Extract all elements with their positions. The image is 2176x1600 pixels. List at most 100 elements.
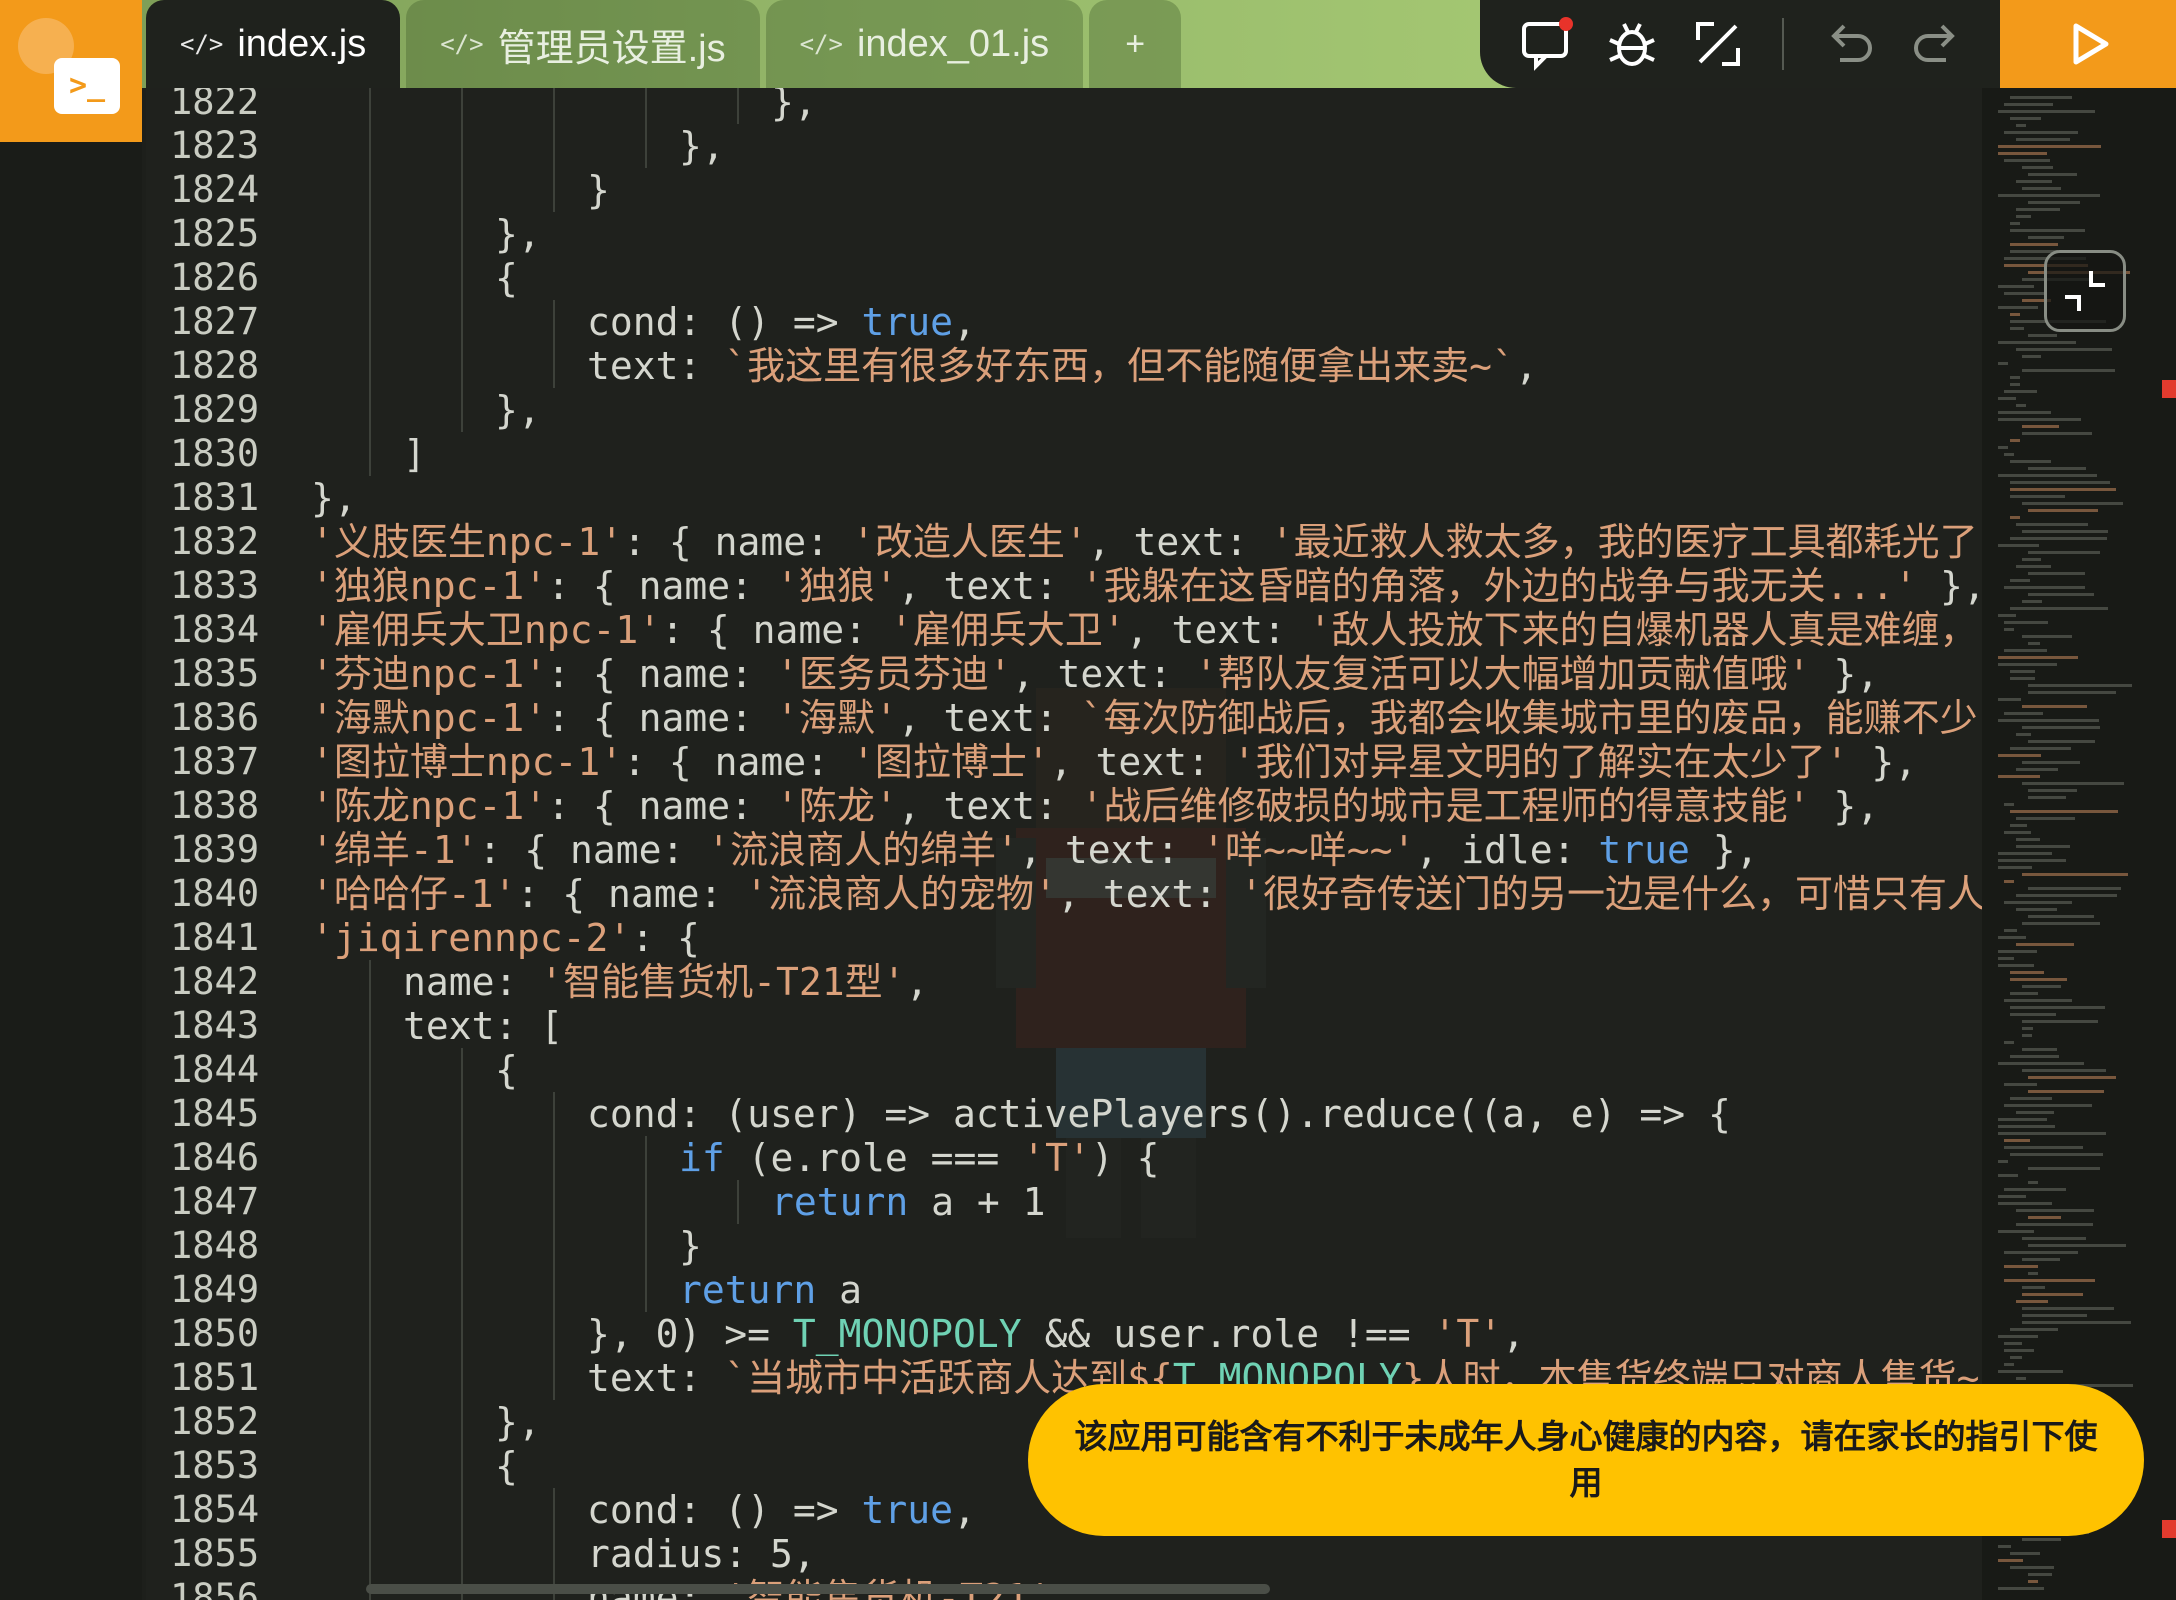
indent-guide [645, 88, 647, 124]
code-line: 1845 cond: (user) => activePlayers().redu… [146, 1092, 1982, 1136]
minimap-line [1998, 698, 2022, 701]
minimap-line [2016, 523, 2088, 526]
horizontal-scrollbar[interactable] [366, 1584, 1270, 1594]
minimap-line [2016, 768, 2059, 771]
code-token: return [771, 1180, 909, 1224]
code-text: } [679, 1224, 702, 1268]
code-token: '独狼' [775, 564, 898, 608]
code-token: : { name: [661, 608, 890, 652]
code-text: radius: 5, [587, 1532, 816, 1576]
minimap-line [2004, 1349, 2035, 1352]
line-number: 1841 [170, 916, 260, 959]
left-panel [0, 142, 142, 1600]
minimap-line [2028, 684, 2133, 687]
code-line: 1841 'jiqirennpc-2': { [146, 916, 1982, 960]
code-editor[interactable]: 1822}, 1823}, 1824} 1825}, 1826{1827 cond: ()… [146, 88, 1982, 1600]
code-token: }, [771, 88, 817, 124]
minimap-line [2022, 1069, 2107, 1072]
redo-icon[interactable] [1906, 14, 1966, 74]
minimap-line [2022, 635, 2073, 638]
minimap-line [2010, 313, 2020, 316]
line-number: 1844 [170, 1048, 260, 1091]
code-line: 1847 return a + 1 [146, 1180, 1982, 1224]
tab-admin-settings-js[interactable]: </> 管理员设置.js [406, 0, 760, 88]
code-token: , text: [1125, 608, 1309, 652]
line-number: 1845 [170, 1092, 260, 1135]
line-number: 1838 [170, 784, 260, 827]
code-token: { [495, 1048, 518, 1092]
minimap-line [2016, 404, 2026, 407]
toolbar [1480, 0, 2000, 88]
minimap-line [2004, 880, 2014, 883]
minimap-line [2022, 1538, 2061, 1541]
indent-guide [461, 124, 463, 168]
tab-index-01-js[interactable]: </> index_01.js [765, 0, 1084, 88]
code-text: return a + 1 [771, 1180, 1046, 1224]
minimap-line [1998, 152, 2047, 155]
code-line: 1822}, [146, 88, 1982, 124]
minimap-line [2028, 642, 2040, 645]
minimap-line [1998, 194, 2100, 197]
code-token: name: [403, 960, 541, 1004]
minimap-line [2022, 355, 2041, 358]
minimap-line [2022, 530, 2109, 533]
undo-icon[interactable] [1820, 14, 1880, 74]
code-text: cond: () => true, [587, 300, 976, 344]
comment-icon[interactable] [1516, 14, 1576, 74]
minimap-line [1998, 663, 2058, 666]
add-tab-button[interactable]: + [1089, 0, 1182, 88]
code-token: true [861, 1488, 954, 1532]
minimap-line [2004, 628, 2014, 631]
minimap-line [2010, 992, 2038, 995]
code-line: 1830] [146, 432, 1982, 476]
minimap-toggle-button[interactable] [2044, 250, 2126, 332]
indent-guide [553, 1268, 555, 1312]
minimap-line [2010, 222, 2020, 225]
code-token: }, [311, 476, 357, 520]
code-token: text: [587, 1356, 725, 1400]
minimap-line [2010, 747, 2072, 750]
run-button[interactable] [2000, 0, 2176, 88]
minimap-line [2004, 453, 2014, 456]
code-text: '陈龙npc-1': { name: '陈龙', text: '战后维修破损的城… [311, 784, 1879, 828]
indent-guide [553, 1092, 555, 1136]
minimap-line [2016, 838, 2040, 841]
minimap-line [2010, 971, 2045, 974]
indent-guide [461, 1268, 463, 1312]
code-token: : { [631, 916, 700, 960]
indent-guide [369, 1180, 371, 1224]
tab-index-js[interactable]: </> index.js [146, 0, 401, 88]
indent-guide [369, 168, 371, 212]
minimap-line [2028, 236, 2064, 239]
minimap-line [2028, 173, 2078, 176]
code-line: 1832 '义肢医生npc-1': { name: '改造人医生', text: … [146, 520, 1982, 564]
indent-guide [369, 212, 371, 256]
minimap-line [2004, 1363, 2014, 1366]
code-token: '图拉博士npc-1' [311, 740, 624, 784]
indent-guide [553, 344, 555, 388]
expand-icon[interactable] [1688, 14, 1748, 74]
line-number: 1846 [170, 1136, 260, 1179]
code-text: text: [ [403, 1004, 563, 1048]
debug-icon[interactable] [1602, 14, 1662, 74]
minimap-line [2004, 1104, 2092, 1107]
indent-guide [553, 88, 555, 124]
minimap-line [2010, 117, 2042, 120]
minimap-line [1998, 866, 2032, 869]
minimap-line [2016, 845, 2071, 848]
minimap-line [2016, 894, 2117, 897]
minimap-line [2010, 229, 2085, 232]
indent-guide [461, 1488, 463, 1532]
code-token: '流浪商人的宠物' [745, 872, 1058, 916]
minimap-line [2028, 593, 2094, 596]
indent-guide [369, 960, 371, 1004]
code-token: : { name: [547, 564, 776, 608]
code-token: : { name: [516, 872, 746, 916]
indent-guide [369, 1004, 371, 1048]
minimap-line [2004, 1083, 2038, 1086]
app-logo-button[interactable]: >_ [0, 0, 142, 142]
code-token: '帮队友复活可以大幅增加贡献值哦' [1194, 652, 1811, 696]
line-number: 1832 [170, 520, 260, 563]
code-line: 1855 radius: 5, [146, 1532, 1982, 1576]
minimap-line [2022, 1258, 2060, 1261]
